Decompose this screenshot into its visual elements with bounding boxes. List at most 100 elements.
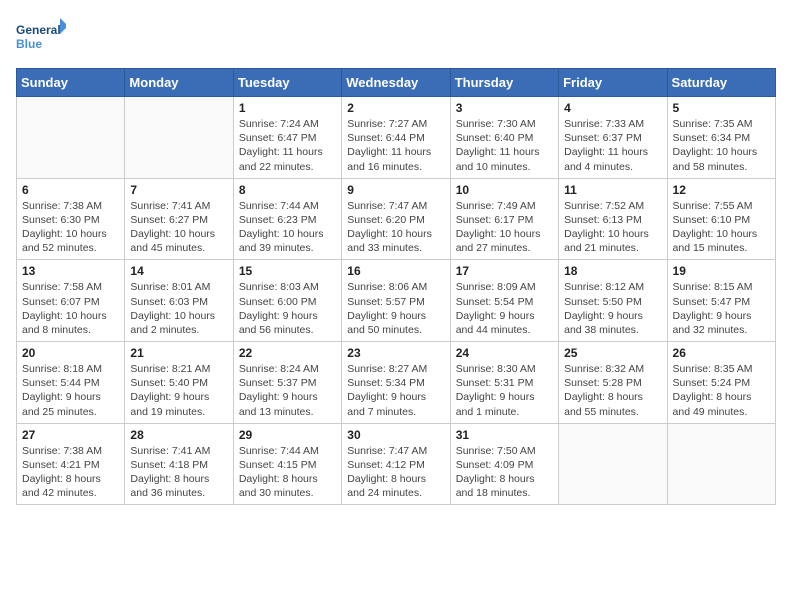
day-number: 17 [456, 264, 553, 278]
calendar-week-row: 1 Sunrise: 7:24 AM Sunset: 6:47 PM Daylig… [17, 97, 776, 179]
calendar-week-row: 20Sunrise: 8:18 AM Sunset: 5:44 PM Dayli… [17, 342, 776, 424]
calendar-day-cell: 15 Sunrise: 8:03 AM Sunset: 6:00 PM Dayli… [233, 260, 341, 342]
day-number: 23 [347, 346, 444, 360]
calendar-day-cell: 27 Sunrise: 7:38 AM Sunset: 4:21 PM Dayli… [17, 423, 125, 505]
weekday-header-wednesday: Wednesday [342, 69, 450, 97]
day-detail: Sunrise: 8:06 AM Sunset: 5:57 PM Dayligh… [347, 280, 444, 337]
day-detail: Sunrise: 7:44 AM Sunset: 6:23 PM Dayligh… [239, 199, 336, 256]
day-number: 28 [130, 428, 227, 442]
weekday-header-sunday: Sunday [17, 69, 125, 97]
day-number: 16 [347, 264, 444, 278]
day-detail: Sunrise: 8:27 AM Sunset: 5:34 PM Dayligh… [347, 362, 444, 419]
calendar-day-cell: 10 Sunrise: 7:49 AM Sunset: 6:17 PM Dayli… [450, 178, 558, 260]
day-number: 25 [564, 346, 661, 360]
calendar-day-cell: 23 Sunrise: 8:27 AM Sunset: 5:34 PM Dayli… [342, 342, 450, 424]
calendar-day-cell: 4 Sunrise: 7:33 AM Sunset: 6:37 PM Daylig… [559, 97, 667, 179]
day-number: 29 [239, 428, 336, 442]
logo-svg: General Blue [16, 16, 66, 60]
calendar-table: SundayMondayTuesdayWednesdayThursdayFrid… [16, 68, 776, 505]
calendar-day-cell: 20Sunrise: 8:18 AM Sunset: 5:44 PM Dayli… [17, 342, 125, 424]
day-number: 3 [456, 101, 553, 115]
day-number: 22 [239, 346, 336, 360]
day-detail: Sunrise: 8:32 AM Sunset: 5:28 PM Dayligh… [564, 362, 661, 419]
calendar-day-cell: 31Sunrise: 7:50 AM Sunset: 4:09 PM Dayli… [450, 423, 558, 505]
calendar-day-cell: 13Sunrise: 7:58 AM Sunset: 6:07 PM Dayli… [17, 260, 125, 342]
day-number: 9 [347, 183, 444, 197]
calendar-day-cell: 17 Sunrise: 8:09 AM Sunset: 5:54 PM Dayli… [450, 260, 558, 342]
calendar-day-cell: 1 Sunrise: 7:24 AM Sunset: 6:47 PM Daylig… [233, 97, 341, 179]
day-number: 27 [22, 428, 119, 442]
day-detail: Sunrise: 7:47 AM Sunset: 6:20 PM Dayligh… [347, 199, 444, 256]
calendar-day-cell: 30 Sunrise: 7:47 AM Sunset: 4:12 PM Dayli… [342, 423, 450, 505]
calendar-day-cell: 7 Sunrise: 7:41 AM Sunset: 6:27 PM Daylig… [125, 178, 233, 260]
day-number: 24 [456, 346, 553, 360]
day-detail: Sunrise: 7:55 AM Sunset: 6:10 PM Dayligh… [673, 199, 770, 256]
day-number: 30 [347, 428, 444, 442]
weekday-header-friday: Friday [559, 69, 667, 97]
day-detail: Sunrise: 7:33 AM Sunset: 6:37 PM Dayligh… [564, 117, 661, 174]
day-number: 19 [673, 264, 770, 278]
calendar-day-cell: 5Sunrise: 7:35 AM Sunset: 6:34 PM Daylig… [667, 97, 775, 179]
calendar-day-cell [125, 97, 233, 179]
day-number: 5 [673, 101, 770, 115]
calendar-day-cell: 21 Sunrise: 8:21 AM Sunset: 5:40 PM Dayli… [125, 342, 233, 424]
day-number: 2 [347, 101, 444, 115]
day-number: 13 [22, 264, 119, 278]
day-detail: Sunrise: 7:38 AM Sunset: 4:21 PM Dayligh… [22, 444, 119, 501]
weekday-header-tuesday: Tuesday [233, 69, 341, 97]
calendar-header-row: SundayMondayTuesdayWednesdayThursdayFrid… [17, 69, 776, 97]
svg-text:General: General [16, 23, 61, 37]
calendar-day-cell: 25 Sunrise: 8:32 AM Sunset: 5:28 PM Dayli… [559, 342, 667, 424]
day-number: 15 [239, 264, 336, 278]
day-number: 21 [130, 346, 227, 360]
calendar-day-cell [559, 423, 667, 505]
weekday-header-saturday: Saturday [667, 69, 775, 97]
logo: General Blue [16, 16, 66, 60]
day-number: 7 [130, 183, 227, 197]
calendar-day-cell: 14 Sunrise: 8:01 AM Sunset: 6:03 PM Dayli… [125, 260, 233, 342]
day-number: 6 [22, 183, 119, 197]
day-detail: Sunrise: 7:44 AM Sunset: 4:15 PM Dayligh… [239, 444, 336, 501]
day-detail: Sunrise: 8:03 AM Sunset: 6:00 PM Dayligh… [239, 280, 336, 337]
day-detail: Sunrise: 8:15 AM Sunset: 5:47 PM Dayligh… [673, 280, 770, 337]
day-number: 10 [456, 183, 553, 197]
day-number: 8 [239, 183, 336, 197]
day-number: 1 [239, 101, 336, 115]
calendar-day-cell: 8 Sunrise: 7:44 AM Sunset: 6:23 PM Daylig… [233, 178, 341, 260]
calendar-day-cell: 28Sunrise: 7:41 AM Sunset: 4:18 PM Dayli… [125, 423, 233, 505]
calendar-day-cell: 12Sunrise: 7:55 AM Sunset: 6:10 PM Dayli… [667, 178, 775, 260]
day-detail: Sunrise: 8:12 AM Sunset: 5:50 PM Dayligh… [564, 280, 661, 337]
svg-text:Blue: Blue [16, 37, 42, 51]
calendar-week-row: 13Sunrise: 7:58 AM Sunset: 6:07 PM Dayli… [17, 260, 776, 342]
day-detail: Sunrise: 7:38 AM Sunset: 6:30 PM Dayligh… [22, 199, 119, 256]
day-detail: Sunrise: 7:49 AM Sunset: 6:17 PM Dayligh… [456, 199, 553, 256]
calendar-day-cell: 29 Sunrise: 7:44 AM Sunset: 4:15 PM Dayli… [233, 423, 341, 505]
day-detail: Sunrise: 8:18 AM Sunset: 5:44 PM Dayligh… [22, 362, 119, 419]
day-number: 26 [673, 346, 770, 360]
day-detail: Sunrise: 7:30 AM Sunset: 6:40 PM Dayligh… [456, 117, 553, 174]
day-detail: Sunrise: 7:41 AM Sunset: 6:27 PM Dayligh… [130, 199, 227, 256]
day-number: 14 [130, 264, 227, 278]
day-detail: Sunrise: 8:21 AM Sunset: 5:40 PM Dayligh… [130, 362, 227, 419]
day-detail: Sunrise: 7:52 AM Sunset: 6:13 PM Dayligh… [564, 199, 661, 256]
day-detail: Sunrise: 8:01 AM Sunset: 6:03 PM Dayligh… [130, 280, 227, 337]
day-detail: Sunrise: 8:24 AM Sunset: 5:37 PM Dayligh… [239, 362, 336, 419]
day-detail: Sunrise: 8:09 AM Sunset: 5:54 PM Dayligh… [456, 280, 553, 337]
calendar-day-cell: 11 Sunrise: 7:52 AM Sunset: 6:13 PM Dayli… [559, 178, 667, 260]
day-detail: Sunrise: 7:47 AM Sunset: 4:12 PM Dayligh… [347, 444, 444, 501]
day-detail: Sunrise: 7:24 AM Sunset: 6:47 PM Dayligh… [239, 117, 336, 174]
weekday-header-thursday: Thursday [450, 69, 558, 97]
calendar-week-row: 6 Sunrise: 7:38 AM Sunset: 6:30 PM Daylig… [17, 178, 776, 260]
calendar-day-cell [667, 423, 775, 505]
day-number: 18 [564, 264, 661, 278]
calendar-day-cell: 9 Sunrise: 7:47 AM Sunset: 6:20 PM Daylig… [342, 178, 450, 260]
weekday-header-monday: Monday [125, 69, 233, 97]
calendar-day-cell: 16 Sunrise: 8:06 AM Sunset: 5:57 PM Dayli… [342, 260, 450, 342]
day-number: 4 [564, 101, 661, 115]
day-detail: Sunrise: 8:30 AM Sunset: 5:31 PM Dayligh… [456, 362, 553, 419]
calendar-day-cell: 18 Sunrise: 8:12 AM Sunset: 5:50 PM Dayli… [559, 260, 667, 342]
calendar-day-cell: 3 Sunrise: 7:30 AM Sunset: 6:40 PM Daylig… [450, 97, 558, 179]
day-detail: Sunrise: 7:50 AM Sunset: 4:09 PM Dayligh… [456, 444, 553, 501]
day-number: 11 [564, 183, 661, 197]
calendar-day-cell: 26Sunrise: 8:35 AM Sunset: 5:24 PM Dayli… [667, 342, 775, 424]
